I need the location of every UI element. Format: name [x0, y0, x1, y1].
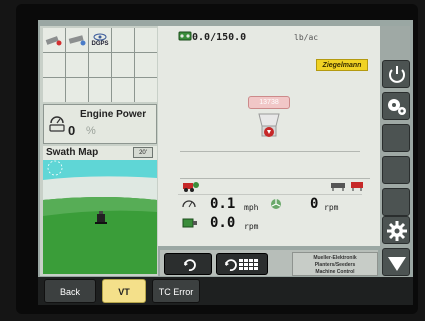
mueller-line-1: Mueller-Elektronik [313, 255, 357, 261]
fan-icon [271, 199, 281, 209]
swath-map[interactable] [43, 160, 157, 274]
mueller-logo: Mueller-Elektronik Planters/Seeders Mach… [292, 252, 378, 276]
fan-unit: rpm [324, 203, 339, 212]
triangle-down-icon [388, 257, 406, 271]
engine-gauge-icon [49, 116, 65, 132]
power-button[interactable] [382, 60, 410, 88]
hopper-icon [258, 113, 280, 137]
tc-error-button[interactable]: TC Error [152, 279, 200, 303]
empty-slot-icon[interactable] [112, 28, 134, 52]
softkey-empty-3[interactable] [382, 188, 410, 216]
seeder-icon [331, 183, 345, 191]
refresh-grid-icon [225, 259, 258, 271]
mueller-line-2: Planters/Seeders [314, 262, 356, 268]
brand-logo: Ziegelmann [316, 59, 368, 71]
engine-power-title: Engine Power [80, 109, 147, 120]
settings-gear-icon [387, 221, 407, 241]
empty-slot-icon[interactable] [43, 53, 65, 77]
alarm-seeder-icon [351, 182, 363, 191]
empty-slot-icon[interactable] [135, 78, 157, 102]
fan-value: 0 [310, 196, 319, 212]
rate-target: 150.0 [216, 32, 247, 43]
drive-value: 0.0 [210, 215, 236, 231]
refresh-icon [184, 259, 196, 271]
gear-button[interactable] [382, 92, 410, 120]
power-icon [389, 66, 405, 83]
mueller-line-3: Machine Control [315, 269, 355, 275]
swath-map-title: Swath Map [46, 147, 99, 158]
softkey-empty-1[interactable] [382, 124, 410, 152]
zoom-button[interactable]: 20' [133, 147, 153, 158]
dgps-icon[interactable]: DGPS [89, 28, 111, 52]
icon-grid: DGPS [43, 28, 157, 102]
drive-motor-icon [182, 218, 197, 228]
swath-map-header: Swath Map 20' [43, 146, 157, 160]
refresh-grid-button[interactable] [216, 253, 268, 275]
gears-icon [388, 99, 406, 115]
application-rate: 0.0/150.0 [192, 32, 247, 43]
softkey-empty-2[interactable] [382, 156, 410, 184]
rate-unit: lb/ac [294, 33, 319, 42]
settings-button[interactable] [382, 216, 410, 244]
empty-slot-icon[interactable] [89, 78, 111, 102]
swath-map-canvas [43, 160, 157, 274]
drive-unit: rpm [244, 222, 259, 231]
empty-slot-icon[interactable] [43, 78, 65, 102]
divider [180, 151, 360, 152]
empty-slot-icon[interactable] [112, 78, 134, 102]
status-row [180, 178, 370, 192]
vt-button[interactable]: VT [102, 279, 146, 303]
engine-power-value: 0 [68, 123, 76, 138]
engine-power-card[interactable]: Engine Power 0 % [43, 104, 157, 144]
empty-slot-icon[interactable] [89, 53, 111, 77]
seed-tank-icon [178, 31, 192, 41]
main-panel: 0.0/150.0 lb/ac Ziegelmann 13738 0.1 mph [158, 26, 380, 246]
empty-slot-icon[interactable] [66, 78, 88, 102]
empty-slot-icon[interactable] [135, 28, 157, 52]
rate-actual: 0.0 [192, 32, 211, 43]
back-button[interactable]: Back [44, 279, 96, 303]
dgps-label: DGPS [91, 41, 109, 47]
readout-panel: 0.1 mph 0 rpm 0.0 rpm [178, 194, 362, 234]
tractor-warning-icon [183, 182, 199, 192]
refresh-button[interactable] [164, 253, 212, 275]
empty-slot-icon[interactable] [66, 53, 88, 77]
empty-slot-icon[interactable] [112, 53, 134, 77]
speedometer-icon [182, 200, 196, 208]
speed-value: 0.1 [210, 196, 236, 212]
hopper-level-label: 13738 [248, 96, 290, 109]
engine-power-unit: % [86, 125, 96, 137]
empty-slot-icon[interactable] [135, 53, 157, 77]
next-page-button[interactable] [382, 248, 410, 276]
hitch-icon[interactable] [43, 28, 65, 52]
sprayer-icon[interactable] [66, 28, 88, 52]
speed-unit: mph [244, 203, 259, 212]
